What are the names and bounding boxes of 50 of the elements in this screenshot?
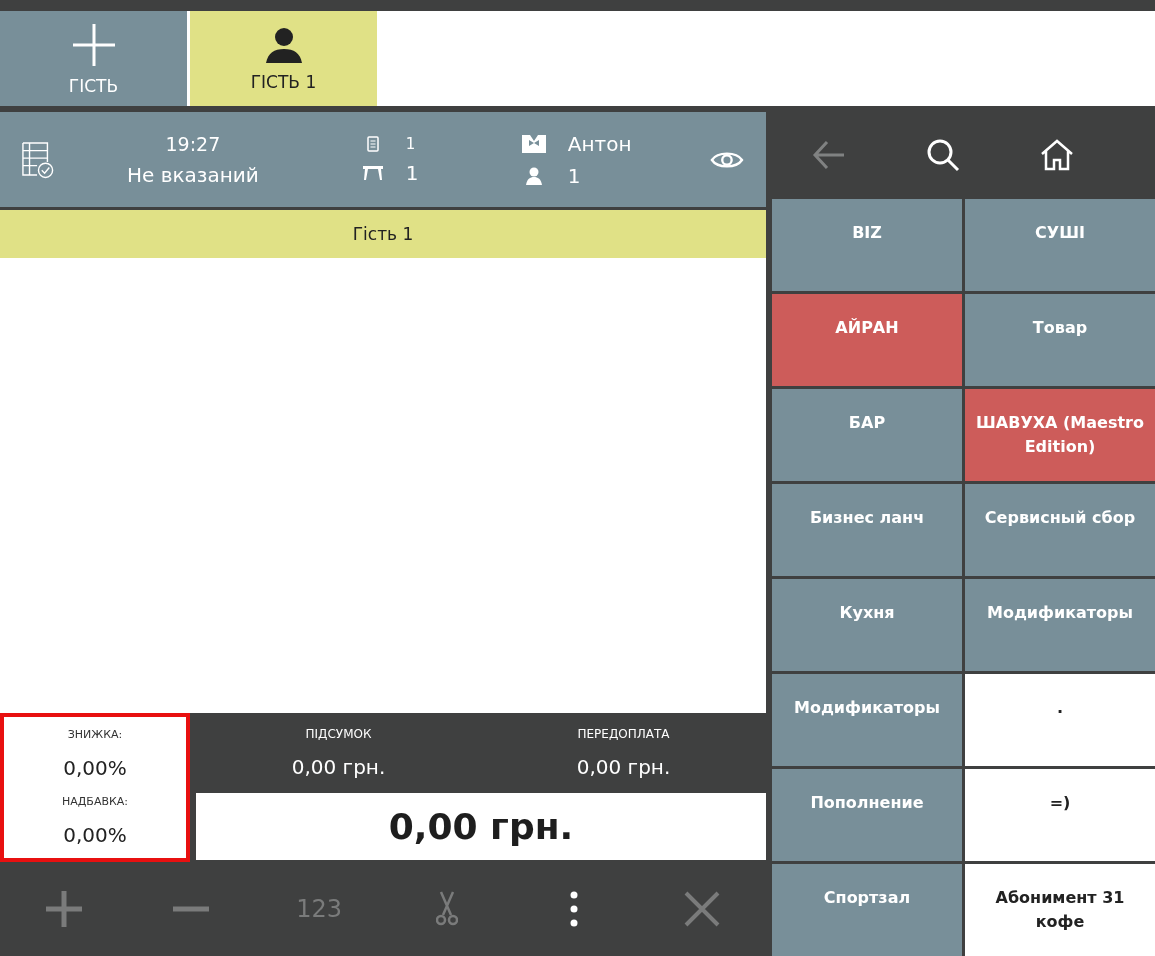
guest-tab[interactable]: ГІСТЬ [0, 11, 187, 106]
surcharge-value: 0,00% [63, 822, 127, 847]
close-icon [684, 891, 721, 927]
table-number: 1 [405, 160, 419, 185]
search-button[interactable] [926, 137, 960, 172]
category-button[interactable]: Модификаторы [965, 579, 1155, 671]
category-button[interactable]: Бизнес ланч [772, 484, 962, 576]
home-icon [1040, 138, 1074, 171]
guests-count: 1 [567, 163, 581, 188]
discount-label: ЗНИЖКА: [67, 728, 123, 742]
category-button[interactable]: Абонимент 31 кофе [965, 864, 1155, 956]
order-number: 1 [405, 134, 416, 153]
category-button[interactable]: БАР [772, 389, 962, 481]
subtotal-label: ПІДСУМОК [305, 727, 372, 741]
category-button[interactable]: BIZ [772, 199, 962, 291]
category-button[interactable]: Товар [965, 294, 1155, 386]
checklist-icon [22, 139, 54, 180]
category-button[interactable]: Спортзал [772, 864, 962, 956]
table-icon [361, 164, 384, 181]
prepayment-label: ПЕРЕДОПЛАТА [577, 727, 670, 741]
category-button[interactable]: АЙРАН [772, 294, 962, 386]
category-button[interactable]: СУШІ [965, 199, 1155, 291]
table-name: Не вказаний [126, 162, 259, 187]
total-amount: 0,00 грн. [196, 793, 766, 860]
guest-bar[interactable]: Гість 1 [0, 210, 766, 258]
surcharge-label: НАДБАВКА: [61, 794, 129, 808]
person-icon [264, 25, 303, 64]
order-time: 19:27 [165, 132, 221, 155]
home-button[interactable] [1040, 137, 1074, 172]
waiter-name: Антон [567, 131, 632, 156]
category-button[interactable]: Сервисный сбор [965, 484, 1155, 576]
subtotal-value: 0,00 грн. [291, 755, 386, 779]
search-icon [926, 137, 960, 172]
category-button[interactable]: Модификаторы [772, 674, 962, 766]
category-button[interactable]: ШАВУХА (Maestro Edition) [965, 389, 1155, 481]
discount-value: 0,00% [63, 756, 127, 781]
guest-tab[interactable]: ГІСТЬ 1 [190, 11, 377, 106]
plus-icon [45, 891, 82, 927]
category-button[interactable]: Пополнение [772, 769, 962, 861]
minus-icon [173, 906, 210, 912]
back-arrow-icon [812, 139, 846, 170]
category-button[interactable]: Кухня [772, 579, 962, 671]
category-button[interactable]: . [965, 674, 1155, 766]
adjustments-panel[interactable]: ЗНИЖКА: 0,00% НАДБАВКА: 0,00% [0, 713, 190, 862]
waiter-icon [521, 134, 546, 153]
plus-icon [70, 21, 117, 68]
scissors-icon [435, 891, 458, 927]
prepayment-value: 0,00 грн. [576, 755, 671, 779]
more-icon [570, 891, 579, 927]
category-button[interactable]: =) [965, 769, 1155, 861]
